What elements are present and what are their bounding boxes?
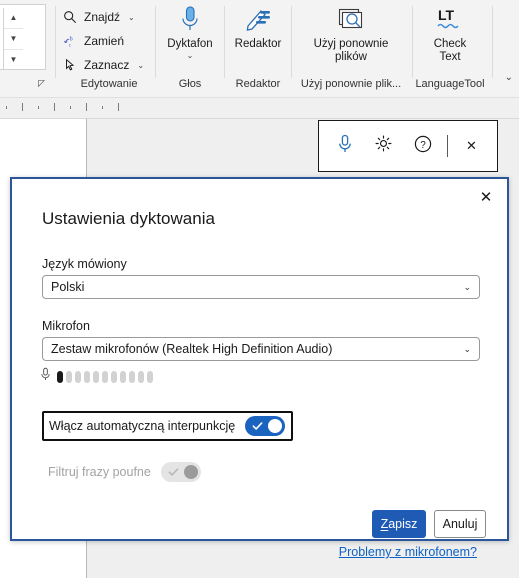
select-label: Zaznacz xyxy=(84,58,130,72)
chevron-down-icon[interactable]: ⌄ xyxy=(128,13,135,22)
styles-scroll-up-icon[interactable]: ▲ xyxy=(4,8,23,28)
group-label-editor: Redaktor xyxy=(235,78,281,90)
group-divider xyxy=(492,6,493,78)
replace-icon: b c xyxy=(62,33,78,49)
save-button[interactable]: Zapisz xyxy=(372,510,426,538)
level-meter-dots xyxy=(57,371,153,383)
check-text-label-line2: Text xyxy=(439,51,461,63)
group-label-languagetool: LanguageTool xyxy=(415,78,485,90)
dictation-settings-button[interactable] xyxy=(369,131,399,161)
microphone-level-meter xyxy=(40,367,153,387)
dictation-close-button[interactable]: ✕ xyxy=(457,131,487,161)
dictation-help-button[interactable]: ? xyxy=(408,131,438,161)
auto-punctuation-row[interactable]: Włącz automatyczną interpunkcję xyxy=(42,411,294,441)
microphone-troubleshoot-link[interactable]: Problemy z mikrofonem? xyxy=(339,545,477,559)
editor-button[interactable]: Redaktor xyxy=(229,4,287,51)
toggle-knob xyxy=(183,465,198,479)
level-dot xyxy=(75,371,81,383)
spoken-language-value: Polski xyxy=(51,280,85,294)
reuse-files-button[interactable]: Użyj ponownie plików xyxy=(296,4,406,64)
reuse-files-label-line1: Użyj ponownie xyxy=(313,38,389,50)
select-button[interactable]: Zaznacz ⌄ xyxy=(62,54,144,76)
chevron-down-icon: ⌄ xyxy=(463,343,471,354)
styles-gallery-fragment[interactable]: ⌁ ▲ ▼ ▼ xyxy=(0,4,46,70)
group-label-editing: Edytowanie xyxy=(80,78,138,90)
styles-more-icon[interactable]: ▼ xyxy=(4,49,23,70)
styles-gallery-scrollbar[interactable]: ▲ ▼ ▼ xyxy=(3,8,23,70)
editor-label: Redaktor xyxy=(234,38,282,50)
dialog-close-button[interactable]: ✕ xyxy=(471,183,501,211)
group-divider xyxy=(155,6,156,78)
dictation-toolbar[interactable]: ? ✕ xyxy=(318,120,498,172)
group-label-voice: Głos xyxy=(178,78,202,90)
group-divider xyxy=(412,6,413,78)
styles-scroll-down-icon[interactable]: ▼ xyxy=(4,28,23,49)
dialog-title: Ustawienia dyktowania xyxy=(42,209,215,228)
pen-editor-icon xyxy=(243,4,273,36)
spoken-language-select[interactable]: Polski ⌄ xyxy=(42,275,480,299)
group-divider xyxy=(291,6,292,78)
dialog-launcher-icon[interactable]: ◸ xyxy=(38,78,45,89)
dictate-button[interactable]: Dyktafon ⌄ xyxy=(160,4,220,61)
microphone-icon xyxy=(337,134,353,159)
dictation-mic-button[interactable] xyxy=(330,131,360,161)
replace-label: Zamień xyxy=(84,34,125,48)
level-dot xyxy=(84,371,90,383)
save-button-label: apisz xyxy=(388,517,418,531)
gear-icon xyxy=(374,134,393,158)
auto-punctuation-label: Włącz automatyczną interpunkcję xyxy=(49,419,236,433)
auto-punctuation-toggle[interactable] xyxy=(245,416,286,436)
dictation-settings-dialog: ✕ Ustawienia dyktowania Język mówiony Po… xyxy=(10,177,509,559)
languagetool-lt-icon: LT xyxy=(433,4,467,36)
group-label-reuse: Użyj ponownie plik... xyxy=(300,78,402,90)
check-text-button[interactable]: LT Check Text xyxy=(417,4,483,64)
toggle-knob xyxy=(268,419,283,433)
find-button[interactable]: Znajdź ⌄ xyxy=(62,6,135,28)
chevron-down-icon: ⌄ xyxy=(463,281,471,292)
level-dot xyxy=(102,371,108,383)
reuse-files-label-line2: plików xyxy=(335,51,367,63)
microphone-select[interactable]: Zestaw mikrofonów (Realtek High Definiti… xyxy=(42,337,480,361)
find-label: Znajdź xyxy=(84,10,121,24)
microphone-icon xyxy=(177,4,203,36)
cancel-button-label: Anuluj xyxy=(442,517,478,531)
level-dot xyxy=(66,371,72,383)
pointer-icon xyxy=(62,57,78,73)
reuse-files-icon xyxy=(335,4,367,36)
microphone-small-icon xyxy=(40,367,51,387)
check-icon xyxy=(252,422,263,430)
close-icon: ✕ xyxy=(466,138,477,153)
help-circle-icon: ? xyxy=(413,134,433,159)
spoken-language-label: Język mówiony xyxy=(42,257,127,271)
microphone-value: Zestaw mikrofonów (Realtek High Definiti… xyxy=(51,342,333,356)
search-icon xyxy=(62,9,78,25)
level-dot xyxy=(138,371,144,383)
check-text-label-line1: Check xyxy=(433,38,467,50)
chevron-down-icon[interactable]: ⌄ xyxy=(137,61,144,70)
level-dot xyxy=(57,371,63,383)
level-dot xyxy=(129,371,135,383)
microphone-label: Mikrofon xyxy=(42,319,90,333)
svg-text:?: ? xyxy=(420,140,426,151)
horizontal-ruler xyxy=(0,98,519,119)
level-dot xyxy=(111,371,117,383)
group-divider xyxy=(55,6,56,78)
profanity-filter-row: Filtruj frazy poufne xyxy=(48,462,201,482)
toolbar-divider xyxy=(446,135,448,157)
cancel-button[interactable]: Anuluj xyxy=(434,510,486,538)
svg-text:c: c xyxy=(69,42,72,48)
profanity-filter-toggle xyxy=(160,462,201,482)
check-icon xyxy=(168,468,179,476)
level-dot xyxy=(120,371,126,383)
svg-text:LT: LT xyxy=(438,7,455,23)
ribbon: ⌁ ▲ ▼ ▼ ◸ Znajdź ⌄ xyxy=(0,0,519,98)
chevron-down-icon[interactable]: ⌄ xyxy=(187,51,194,61)
chevron-down-icon[interactable]: ⌄ xyxy=(505,72,513,83)
level-dot xyxy=(93,371,99,383)
group-divider xyxy=(224,6,225,78)
level-dot xyxy=(147,371,153,383)
profanity-filter-label: Filtruj frazy poufne xyxy=(48,465,151,479)
replace-button[interactable]: b c Zamień xyxy=(62,30,124,52)
dictate-label: Dyktafon xyxy=(167,38,213,50)
